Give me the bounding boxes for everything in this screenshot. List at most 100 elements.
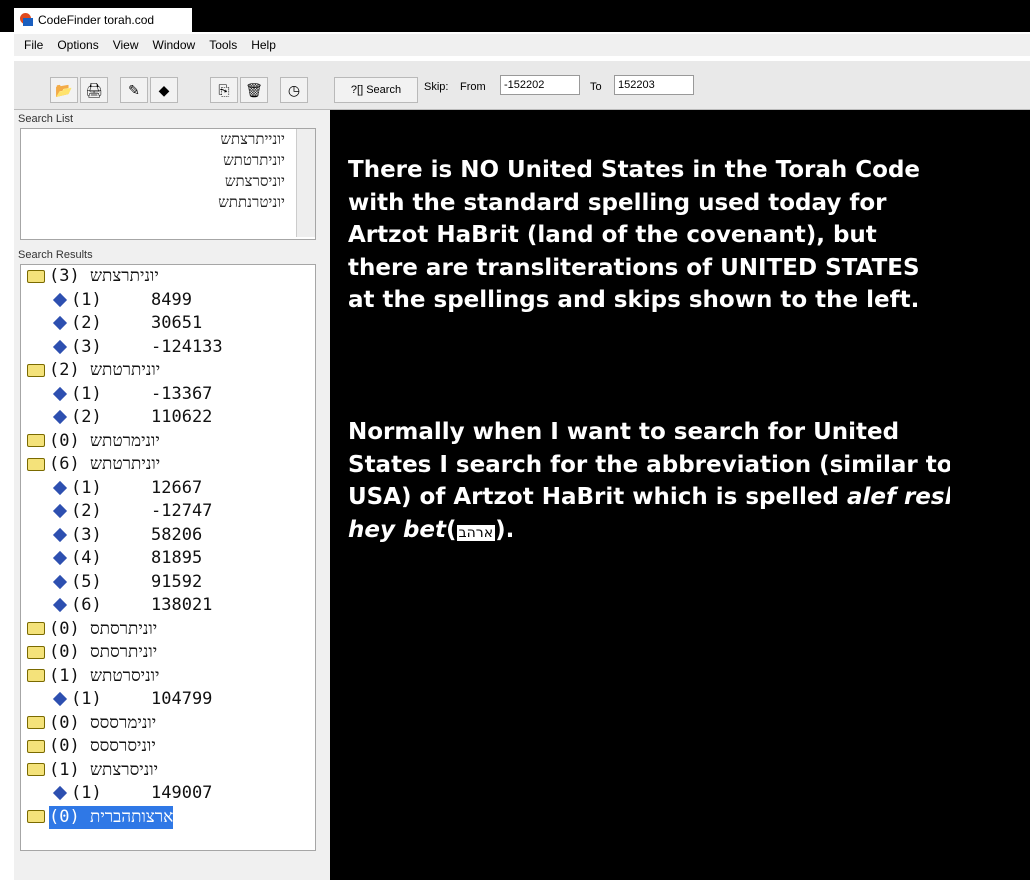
result-group-label: יוניתרטתש (6) (49, 454, 161, 474)
result-group-label: ארצותהברית (0) (49, 805, 174, 829)
result-group-label: יוניתרטתש (2) (49, 360, 161, 380)
hit-skip-value: 149007 (151, 783, 213, 803)
menu-bar: File Options View Window Tools Help (14, 34, 1030, 56)
hit-skip-value: 12667 (151, 477, 203, 498)
hit-number: (6) (71, 595, 102, 615)
trash-icon[interactable]: 🗑 (240, 77, 268, 103)
hit-number: (3) (71, 524, 102, 545)
result-hit-row[interactable]: (1) 149007 (21, 782, 315, 806)
hit-number: (1) (71, 689, 102, 709)
result-group-row[interactable]: יונימרטתש (0) (21, 430, 315, 454)
hit-number: (2) (71, 501, 102, 521)
result-group-row[interactable]: יוניסרטתש (1) (21, 665, 315, 689)
skip-label: Skip: (424, 81, 449, 93)
copy-icon[interactable]: ⎘ (210, 77, 238, 103)
hit-skip-value: 138021 (151, 595, 213, 615)
result-hit-row[interactable]: (1) 104799 (21, 688, 315, 712)
result-group-row[interactable]: יוניסרצתש (1) (21, 759, 315, 783)
search-list-item[interactable]: יונייתרצתש (21, 129, 315, 150)
hit-diamond-icon (52, 550, 68, 566)
search-list-item[interactable]: יוניתרטתש (21, 150, 315, 171)
hit-diamond-icon (52, 292, 68, 307)
hit-skip-value: 104799 (151, 689, 213, 709)
menu-help[interactable]: Help (251, 38, 276, 52)
hit-skip-value: 91592 (151, 571, 203, 592)
result-group-row[interactable]: ארצותהברית (0) (21, 805, 315, 829)
toolbar: 📂 🖨 ✎ ◆ ⎘ 🗑 ◷ ?[] Search Skip: From To (14, 60, 1030, 110)
open-file-icon[interactable]: 📂 (50, 77, 78, 103)
result-hit-row[interactable]: (4) 81895 (21, 547, 315, 571)
hit-number: (1) (71, 783, 102, 803)
hit-diamond-icon (52, 315, 68, 331)
menu-view[interactable]: View (113, 38, 139, 52)
from-label: From (460, 81, 486, 93)
folder-icon (27, 716, 45, 729)
menu-window[interactable]: Window (153, 38, 196, 52)
result-group-label: יוניתרסתס (0) (49, 642, 158, 662)
hit-number: (3) (71, 336, 102, 357)
hit-skip-value: 30651 (151, 313, 203, 333)
result-group-row[interactable]: יוניתרצתש (3) (21, 265, 315, 289)
search-button[interactable]: ?[] Search (334, 77, 418, 103)
hit-number: (2) (71, 313, 102, 333)
folder-icon (27, 739, 45, 753)
result-hit-row[interactable]: (2) -12747 (21, 500, 315, 524)
clock-icon[interactable]: ◷ (280, 77, 308, 103)
menu-options[interactable]: Options (57, 38, 98, 52)
window-title: CodeFinder torah.cod (38, 13, 155, 27)
result-group-row[interactable]: יוניסרססס (0) (21, 735, 315, 759)
hit-diamond-icon (52, 691, 68, 707)
result-hit-row[interactable]: (3) 58206 (21, 524, 315, 548)
result-group-label: יוניסרססס (0) (49, 736, 156, 756)
hit-diamond-icon (52, 386, 68, 401)
result-hit-row[interactable]: (1) -13367 (21, 383, 315, 407)
result-hit-row[interactable]: (5) 91592 (21, 571, 315, 595)
edit-icon[interactable]: ✎ (120, 77, 148, 103)
folder-icon (27, 763, 45, 776)
diamond-icon[interactable]: ◆ (150, 77, 178, 103)
annotation-area: There is NO United States in the Torah C… (330, 110, 961, 880)
result-hit-row[interactable]: (2) 30651 (21, 312, 315, 336)
search-list-scrollbar[interactable] (296, 129, 315, 237)
print-icon[interactable]: 🖨 (80, 77, 108, 103)
result-group-row[interactable]: יוניתרטתש (6) (21, 453, 315, 477)
hit-number: (1) (71, 477, 102, 498)
hit-diamond-icon (52, 597, 68, 613)
menu-file[interactable]: File (24, 38, 43, 52)
hit-number: (1) (71, 383, 102, 404)
result-hit-row[interactable]: (6) 138021 (21, 594, 315, 618)
folder-icon (27, 457, 45, 471)
result-group-row[interactable]: יוניתרסתס (0) (21, 618, 315, 642)
result-hit-row[interactable]: (3) -124133 (21, 336, 315, 360)
hit-skip-value: -12747 (151, 501, 213, 521)
result-hit-row[interactable]: (2) 110622 (21, 406, 315, 430)
result-group-label: יוניסרצתש (1) (49, 759, 159, 780)
hit-diamond-icon (52, 503, 68, 519)
result-group-row[interactable]: יוניתרטתש (2) (21, 359, 315, 383)
search-results-tree[interactable]: יוניתרצתש (3) (1) 8499 (2) 30651 (3) -124133 יו… (20, 264, 316, 851)
paragraph-2-paren-open: ( (446, 516, 457, 543)
annotation-paragraph-2: Normally when I want to search for Unite… (348, 416, 968, 549)
folder-icon (27, 363, 45, 377)
search-list-item[interactable]: יוניטרנתתש (21, 192, 315, 213)
annotation-paragraph-1: There is NO United States in the Torah C… (348, 157, 921, 313)
result-group-row[interactable]: יוניתרסתס (0) (21, 641, 315, 665)
folder-icon (27, 669, 45, 682)
result-group-row[interactable]: יונימרססס (0) (21, 712, 315, 736)
search-list[interactable]: יונייתרצתש יוניתרטתש יוניסרצתש יוניטרנתת… (20, 128, 316, 240)
menu-tools[interactable]: Tools (209, 38, 237, 52)
result-hit-row[interactable]: (1) 12667 (21, 477, 315, 501)
folder-icon (27, 622, 45, 635)
folder-icon (27, 645, 45, 659)
hit-diamond-icon (52, 409, 68, 425)
skip-to-input[interactable] (614, 75, 694, 95)
skip-from-input[interactable] (500, 75, 580, 95)
hit-diamond-icon (52, 785, 68, 801)
search-results-label: Search Results (18, 249, 93, 261)
app-icon (18, 12, 34, 28)
search-list-item[interactable]: יוניסרצתש (21, 171, 315, 192)
hit-number: (5) (71, 571, 102, 592)
result-group-label: יונימרטתש (0) (49, 430, 160, 451)
app-title-tab[interactable]: CodeFinder torah.cod (14, 8, 192, 32)
result-hit-row[interactable]: (1) 8499 (21, 289, 315, 313)
